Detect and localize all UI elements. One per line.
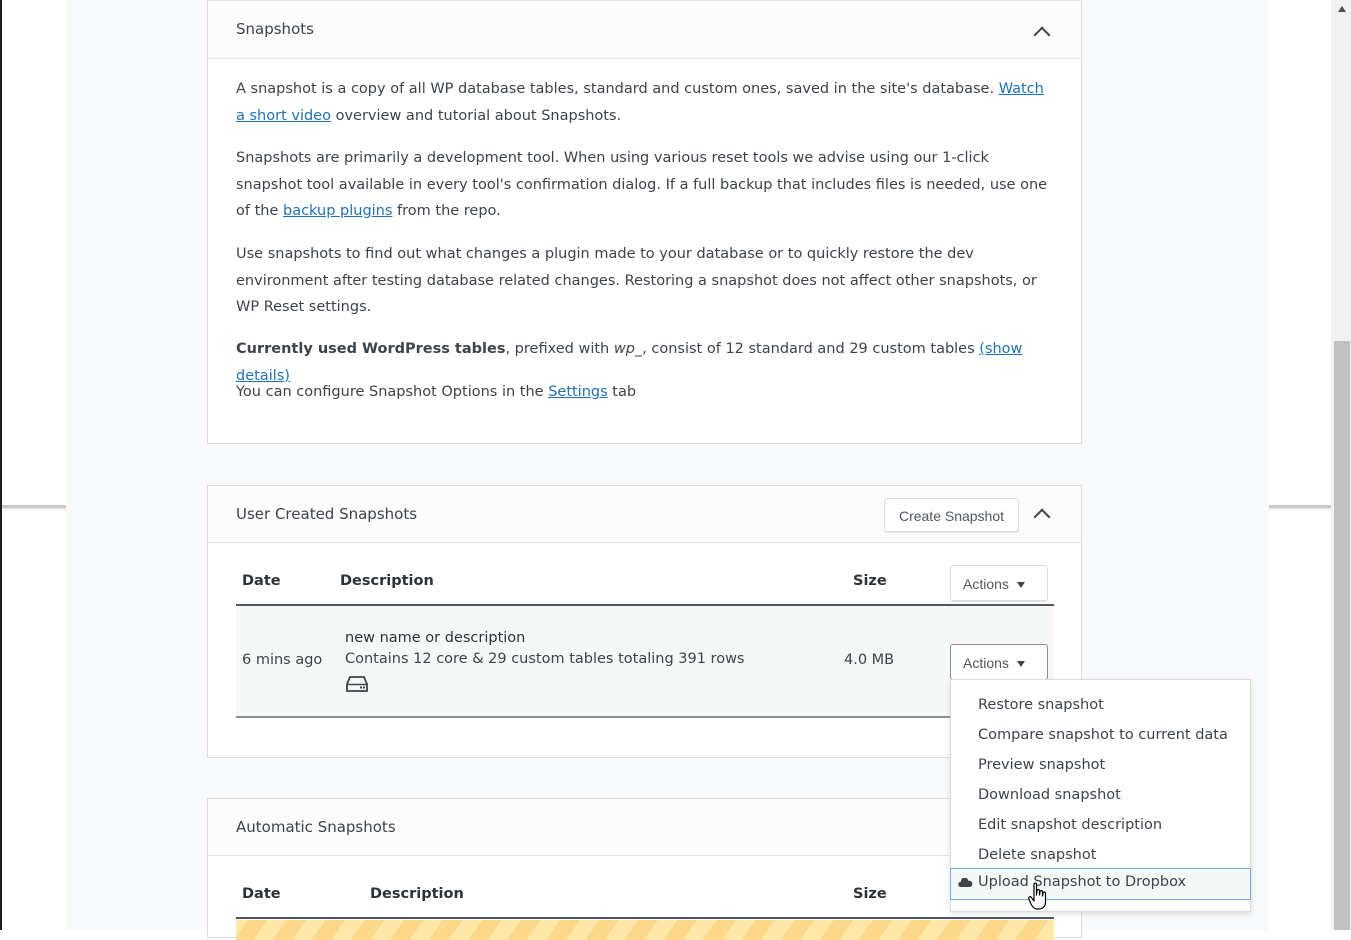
actions-dropdown-menu: Restore snapshot Compare snapshot to cur… [950, 679, 1251, 912]
column-header-date[interactable]: Date [242, 886, 281, 902]
snapshot-date: 6 mins ago [242, 652, 323, 668]
snapshot-details: Contains 12 core & 29 custom tables tota… [345, 651, 745, 667]
collapse-chevron-icon[interactable] [1033, 508, 1051, 526]
menu-item-preview-snapshot[interactable]: Preview snapshot [951, 750, 1250, 780]
menu-item-upload-dropbox[interactable]: Upload Snapshot to Dropbox [950, 868, 1251, 900]
create-snapshot-button[interactable]: Create Snapshot [884, 498, 1019, 532]
column-header-description[interactable]: Description [370, 886, 464, 902]
settings-tab-link[interactable]: Settings [548, 384, 607, 400]
table-footer-divider [236, 716, 1054, 718]
hard-drive-icon [346, 676, 368, 692]
menu-item-delete-snapshot[interactable]: Delete snapshot [951, 840, 1250, 870]
dev-tool-paragraph: Snapshots are primarily a development to… [236, 150, 1048, 219]
backup-plugins-link[interactable]: backup plugins [283, 203, 392, 219]
card-header: User Created Snapshots Create Snapshot [208, 486, 1081, 543]
bulk-actions-button[interactable]: Actions [950, 565, 1048, 601]
column-header-size[interactable]: Size [853, 573, 887, 589]
intro-paragraph: A snapshot is a copy of all WP database … [236, 81, 1044, 124]
card-title: Snapshots [236, 20, 314, 38]
cloud-icon [958, 878, 973, 887]
column-header-date[interactable]: Date [242, 573, 281, 589]
row-actions-button[interactable]: Actions [950, 644, 1048, 680]
menu-item-edit-description[interactable]: Edit snapshot description [951, 810, 1250, 840]
scroll-up-arrow-icon[interactable] [1338, 6, 1346, 12]
card-title: Automatic Snapshots [236, 818, 396, 836]
menu-item-restore-snapshot[interactable]: Restore snapshot [951, 690, 1250, 720]
empty-table-placeholder [236, 920, 1054, 940]
dropdown-caret-icon [1016, 661, 1025, 668]
card-header: Snapshots [208, 1, 1081, 59]
menu-item-compare-snapshot[interactable]: Compare snapshot to current data [951, 720, 1250, 750]
usage-paragraph: Use snapshots to find out what changes a… [236, 246, 1037, 315]
column-header-size[interactable]: Size [853, 886, 887, 902]
card-title: User Created Snapshots [236, 505, 418, 523]
collapse-chevron-icon[interactable] [1033, 26, 1051, 44]
scrollbar-thumb[interactable] [1334, 341, 1350, 930]
settings-paragraph: You can configure Snapshot Options in th… [236, 384, 637, 400]
snapshot-name: new name or description [345, 630, 526, 646]
snapshot-size: 4.0 MB [844, 652, 895, 668]
menu-item-download-snapshot[interactable]: Download snapshot [951, 780, 1250, 810]
dropdown-caret-icon [1016, 582, 1025, 589]
column-header-description[interactable]: Description [340, 573, 434, 589]
snapshots-info-card: Snapshots A snapshot is a copy of all WP… [207, 0, 1082, 444]
table-header-divider [236, 917, 1054, 919]
